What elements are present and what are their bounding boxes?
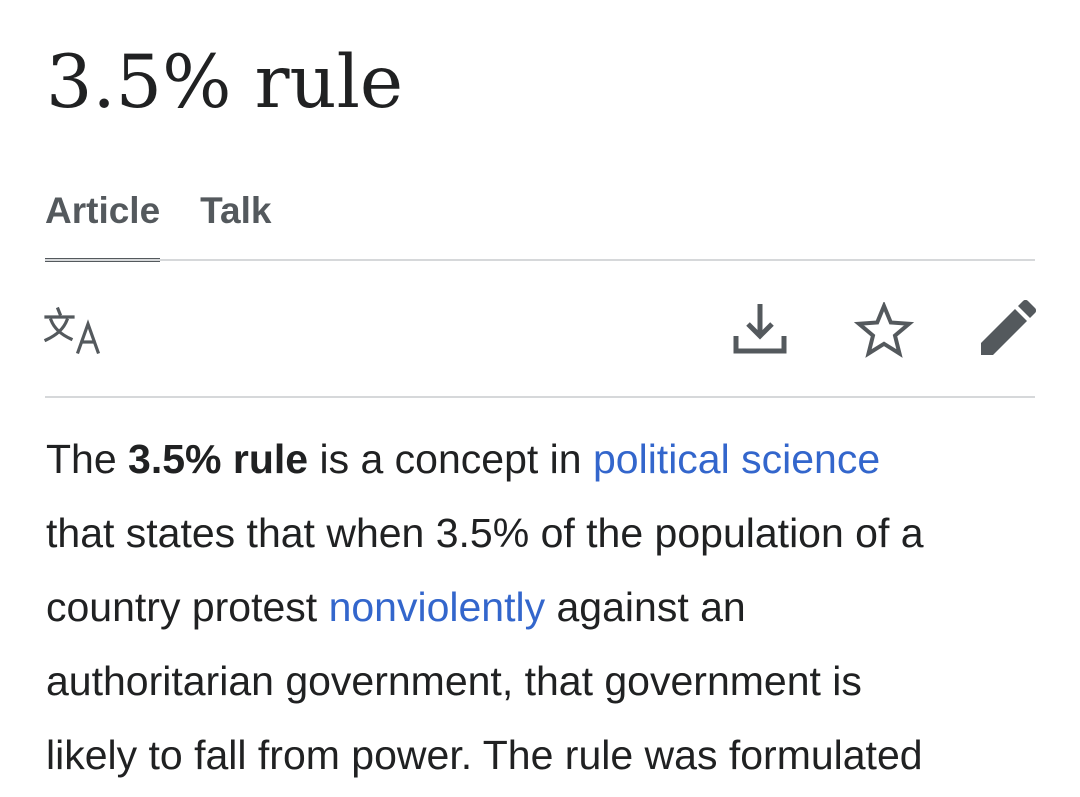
paragraph-line-1: The 3.5% rule is a concept in political … bbox=[46, 436, 881, 482]
paragraph-line-3: country protest nonviolently against an bbox=[46, 584, 746, 630]
tab-talk[interactable]: Talk bbox=[200, 188, 271, 262]
paragraph-line-2: that states that when 3.5% of the popula… bbox=[46, 510, 924, 556]
tab-article[interactable]: Article bbox=[45, 188, 161, 262]
download-icon[interactable] bbox=[731, 302, 789, 358]
article-lead-paragraph: The 3.5% rule is a concept in political … bbox=[46, 422, 1046, 792]
star-icon[interactable] bbox=[854, 302, 914, 358]
toolbar-divider bbox=[45, 396, 1035, 398]
link-political-science[interactable]: political science bbox=[593, 436, 880, 482]
link-nonviolently[interactable]: nonviolently bbox=[329, 584, 546, 630]
page-title: 3.5% rule bbox=[46, 40, 404, 125]
paragraph-line-5: likely to fall from power. The rule was … bbox=[46, 732, 923, 778]
tabs-divider bbox=[45, 259, 1035, 261]
edit-icon[interactable] bbox=[978, 300, 1036, 358]
page-tabs: Article Talk bbox=[45, 188, 271, 262]
paragraph-line-4: authoritarian government, that governmen… bbox=[46, 658, 862, 704]
language-icon[interactable] bbox=[42, 306, 104, 356]
article-subject-bold: 3.5% rule bbox=[128, 436, 309, 482]
